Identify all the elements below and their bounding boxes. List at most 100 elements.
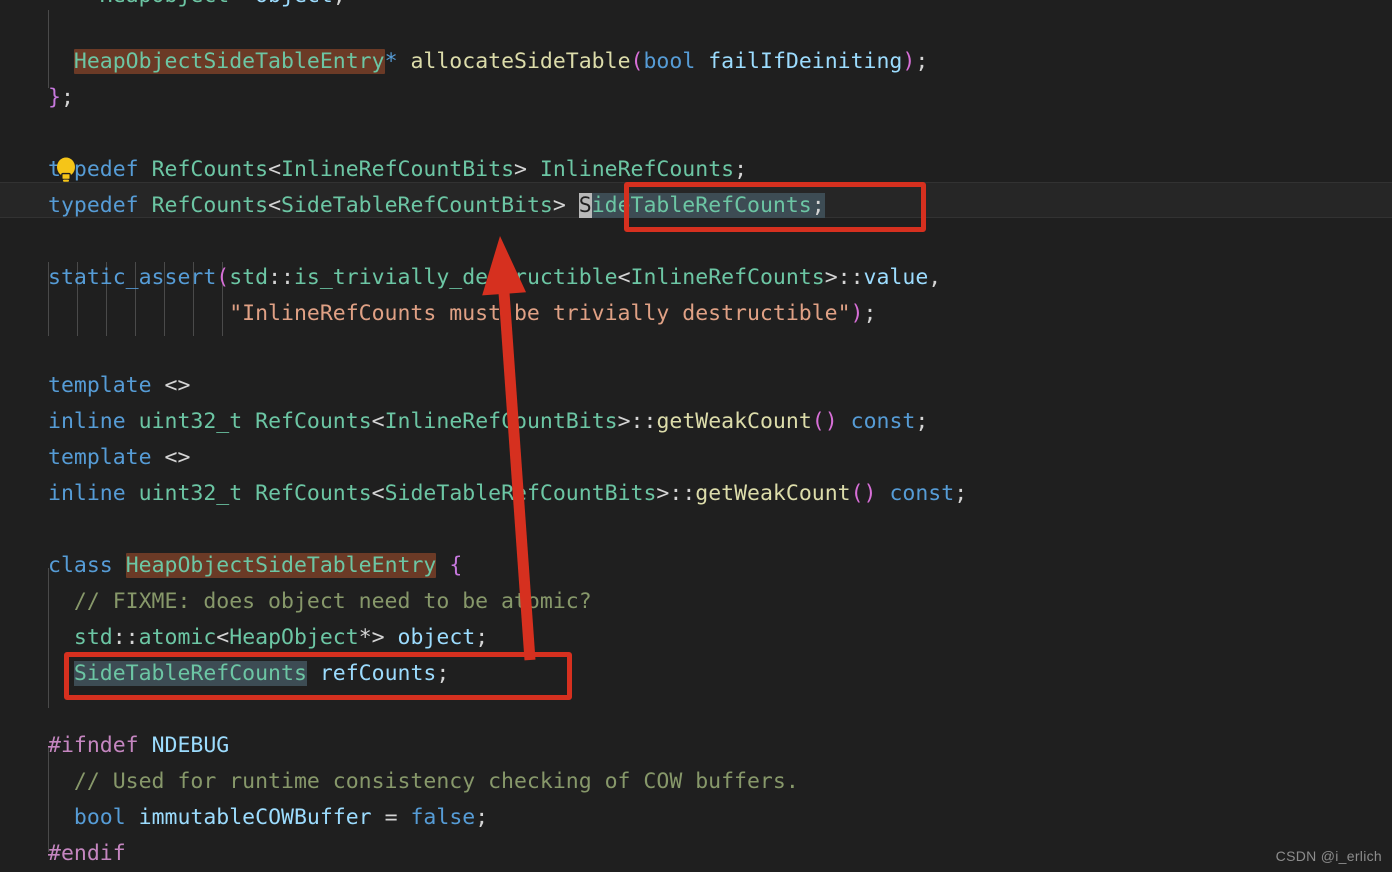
code-token-sel: ideTableRefCounts: [591, 193, 812, 218]
code-token: failIfDeiniting: [708, 49, 903, 74]
code-token: ;: [863, 301, 877, 326]
code-token: value: [863, 265, 929, 290]
code-token: ::: [669, 481, 696, 506]
code-token: bool: [643, 49, 696, 74]
code-line[interactable]: inline uint32_t RefCounts<InlineRefCount…: [48, 404, 928, 440]
code-token: <: [371, 409, 385, 434]
code-token: *: [384, 49, 398, 74]
code-token: allocateSideTable: [410, 49, 631, 74]
code-line[interactable]: class HeapObjectSideTableEntry {: [48, 548, 462, 584]
code-line[interactable]: typedef RefCounts<SideTableRefCountBits>…: [48, 188, 825, 224]
code-token: // FIXME: does object need to be atomic?: [73, 589, 592, 614]
code-token: #endif: [48, 841, 126, 866]
code-token: <: [617, 265, 631, 290]
code-line[interactable]: #ifndef NDEBUG: [48, 728, 229, 764]
code-token-sel: SideTableRefCounts: [73, 661, 307, 686]
code-token: NDEBUG: [151, 733, 230, 758]
code-token: >: [656, 481, 670, 506]
code-token: const: [889, 481, 955, 506]
code-token: ::: [268, 265, 294, 290]
code-token: {: [449, 553, 463, 578]
code-token: #ifndef: [48, 733, 139, 758]
code-token: <>: [164, 445, 191, 470]
code-token: class: [48, 553, 113, 578]
code-token: refCounts: [319, 661, 437, 686]
code-token-caret: S: [578, 193, 592, 218]
code-line[interactable]: std::atomic<HeapObject*> object;: [48, 620, 488, 656]
code-line[interactable]: "InlineRefCounts must be trivially destr…: [48, 296, 876, 332]
code-token: *>: [358, 625, 385, 650]
code-token: <>: [164, 373, 191, 398]
code-token: RefCounts: [151, 157, 269, 182]
code-token: ): [902, 49, 916, 74]
code-token: ;: [915, 409, 929, 434]
code-line[interactable]: inline uint32_t RefCounts<SideTableRefCo…: [48, 476, 967, 512]
code-token: *: [229, 0, 255, 8]
code-token: ,: [928, 265, 942, 290]
code-token: }: [48, 85, 61, 110]
code-token: ::: [837, 265, 864, 290]
code-text-layer[interactable]: HeapObject *object; HeapObjectSideTableE…: [0, 0, 1392, 870]
code-token: ;: [60, 85, 74, 110]
code-line[interactable]: typedef RefCounts<InlineRefCountBits> In…: [48, 152, 747, 188]
code-token: false: [410, 805, 476, 830]
code-line[interactable]: HeapObject *object;: [48, 0, 346, 14]
lightbulb-icon[interactable]: [55, 157, 77, 183]
code-line[interactable]: template <>: [48, 368, 190, 404]
code-token: =: [384, 805, 398, 830]
code-line[interactable]: static_assert(std::is_trivially_destruct…: [48, 260, 941, 296]
code-editor-viewport[interactable]: HeapObject *object; HeapObjectSideTableE…: [0, 0, 1392, 870]
code-token: >: [617, 409, 631, 434]
code-line[interactable]: HeapObjectSideTableEntry* allocateSideTa…: [48, 44, 928, 80]
code-token: inline: [48, 481, 126, 506]
code-line[interactable]: #endif: [48, 836, 126, 872]
code-token: uint32_t: [138, 409, 243, 434]
code-line[interactable]: // Used for runtime consistency checking…: [48, 764, 799, 800]
code-token: template: [48, 445, 152, 470]
code-token: ): [850, 301, 864, 326]
code-token: >: [824, 265, 838, 290]
code-token: object: [255, 0, 333, 8]
code-token: <: [216, 625, 230, 650]
code-token: SideTableRefCountBits: [281, 193, 553, 218]
code-token: RefCounts: [255, 409, 372, 434]
code-token: InlineRefCountBits: [281, 157, 515, 182]
code-line[interactable]: bool immutableCOWBuffer = false;: [48, 800, 488, 836]
code-token: ;: [333, 0, 346, 8]
code-token: inline: [48, 409, 126, 434]
code-line[interactable]: template <>: [48, 440, 190, 476]
code-token: immutableCOWBuffer: [138, 805, 372, 830]
code-token: SideTableRefCountBits: [384, 481, 657, 506]
code-token: ;: [475, 805, 489, 830]
code-token: ;: [475, 625, 489, 650]
code-token: static_assert: [48, 265, 217, 290]
code-token: ;: [954, 481, 968, 506]
code-line[interactable]: SideTableRefCounts refCounts;: [48, 656, 449, 692]
code-token: InlineRefCountBits: [384, 409, 618, 434]
code-line[interactable]: // FIXME: does object need to be atomic?: [48, 584, 592, 620]
code-token: object: [397, 625, 476, 650]
code-token: bool: [73, 805, 126, 830]
code-line[interactable]: };: [48, 80, 74, 116]
code-token: ;: [436, 661, 450, 686]
code-token: (: [630, 49, 644, 74]
code-token: is_trivially_destructible: [293, 265, 618, 290]
